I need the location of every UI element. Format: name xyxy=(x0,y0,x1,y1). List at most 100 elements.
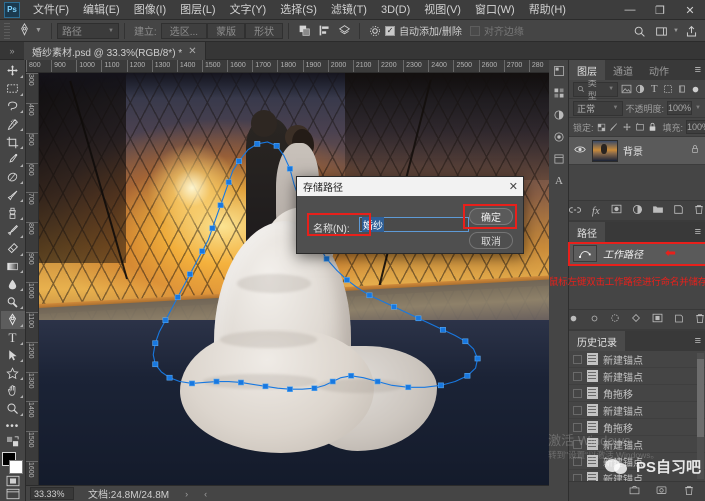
document-tab[interactable]: 婚纱素材.psd @ 33.3%(RGB/8*) * ✕ xyxy=(24,42,206,60)
character-panel-icon[interactable]: A xyxy=(549,170,569,192)
adjustments-panel-icon[interactable] xyxy=(549,104,569,126)
name-input[interactable]: 婚纱 xyxy=(359,217,469,232)
properties-panel-icon[interactable] xyxy=(549,148,569,170)
panel-menu-icon[interactable]: ≡ xyxy=(695,331,701,351)
menu-view[interactable]: 视图(V) xyxy=(417,0,468,20)
path-alignment-icon[interactable] xyxy=(314,22,334,40)
blend-mode-dropdown[interactable]: 正常 ▼ xyxy=(573,100,623,116)
layer-name[interactable]: 背景 xyxy=(623,143,686,158)
maximize-button[interactable]: ❐ xyxy=(645,0,675,20)
minimize-button[interactable]: — xyxy=(615,0,645,20)
history-item[interactable]: 新建锚点 xyxy=(569,436,705,453)
workspace-icon[interactable] xyxy=(651,22,671,40)
history-snapshot-checkbox[interactable] xyxy=(573,422,582,432)
history-scrollbar-thumb[interactable] xyxy=(697,359,704,437)
swap-colors-icon[interactable] xyxy=(1,435,25,449)
align-edges-checkbox[interactable]: ✓ xyxy=(469,25,480,36)
type-tool[interactable]: T xyxy=(1,329,25,347)
history-snapshot-checkbox[interactable] xyxy=(573,371,582,381)
make-mask-button[interactable]: 蒙版 xyxy=(207,22,246,39)
fill-value[interactable]: 100% xyxy=(686,120,705,134)
active-tool-preset[interactable]: ▼ xyxy=(14,22,46,39)
new-document-icon[interactable] xyxy=(655,485,668,498)
new-group-icon[interactable] xyxy=(652,204,664,217)
cancel-button[interactable]: 取消 xyxy=(469,232,513,249)
delete-path-icon[interactable] xyxy=(695,313,705,327)
tab-channels[interactable]: 通道 xyxy=(605,60,641,80)
share-icon[interactable] xyxy=(681,22,701,40)
quick-selection-tool[interactable] xyxy=(1,115,25,133)
filter-adjustment-icon[interactable] xyxy=(635,82,646,97)
spot-healing-brush-tool[interactable] xyxy=(1,169,25,187)
status-collapse-icon[interactable]: ‹ xyxy=(204,489,207,499)
delete-state-icon[interactable] xyxy=(682,485,695,499)
path-mode-dropdown[interactable]: 路径 ▼ xyxy=(56,22,119,39)
history-item[interactable]: 新建锚点 xyxy=(569,402,705,419)
filter-shape-icon[interactable] xyxy=(663,82,674,97)
rectangular-marquee-tool[interactable] xyxy=(1,80,25,98)
layer-style-icon[interactable]: fx xyxy=(590,205,602,217)
history-item[interactable]: 新建锚点 xyxy=(569,351,705,368)
new-snapshot-icon[interactable] xyxy=(628,485,641,498)
load-selection-icon[interactable] xyxy=(610,313,620,326)
history-snapshot-checkbox[interactable] xyxy=(573,388,582,398)
lock-image-icon[interactable] xyxy=(609,120,619,135)
menu-window[interactable]: 窗口(W) xyxy=(468,0,522,20)
custom-shape-tool[interactable] xyxy=(1,364,25,382)
blur-tool[interactable] xyxy=(1,275,25,293)
history-scrollbar[interactable] xyxy=(697,353,704,479)
layer-row-background[interactable]: 背景 xyxy=(569,137,705,165)
canvas-area[interactable] xyxy=(39,73,549,485)
history-item[interactable]: 角拖移 xyxy=(569,385,705,402)
history-snapshot-checkbox[interactable] xyxy=(573,473,582,481)
horizontal-ruler[interactable]: 800 900 1000 1100 1200 1300 1400 1500 1600 1700 18… xyxy=(26,60,549,73)
path-thumbnail[interactable] xyxy=(573,244,597,262)
layer-visibility-icon[interactable] xyxy=(573,145,587,157)
styles-panel-icon[interactable] xyxy=(549,126,569,148)
zoom-level-field[interactable]: 33.33% xyxy=(30,487,74,500)
clone-stamp-tool[interactable] xyxy=(1,204,25,222)
path-arrangement-icon[interactable] xyxy=(334,22,354,40)
menu-3d[interactable]: 3D(D) xyxy=(374,0,417,20)
color-swatches[interactable] xyxy=(1,451,25,474)
panel-menu-icon[interactable]: ≡ xyxy=(695,60,701,80)
lasso-tool[interactable] xyxy=(1,98,25,116)
history-item[interactable]: 新建锚点 xyxy=(569,368,705,385)
lock-transparent-icon[interactable] xyxy=(597,120,606,135)
history-list[interactable]: 新建锚点新建锚点角拖移新建锚点角拖移新建锚点新建锚点新建锚点新建锚点新建锚点 xyxy=(569,351,705,481)
menu-edit[interactable]: 编辑(E) xyxy=(76,0,127,20)
gear-icon[interactable] xyxy=(365,22,385,40)
panel-menu-icon[interactable]: ≡ xyxy=(695,222,701,242)
close-icon[interactable]: ✕ xyxy=(509,177,518,196)
history-item[interactable]: 角拖移 xyxy=(569,419,705,436)
opacity-chevron-icon[interactable]: ▼ xyxy=(695,105,701,111)
save-path-dialog[interactable]: 存储路径 ✕ 名称(N): 婚纱 确定 取消 xyxy=(296,176,524,254)
path-name[interactable]: 工作路径 xyxy=(603,246,643,261)
filter-smart-object-icon[interactable] xyxy=(676,82,687,97)
history-snapshot-checkbox[interactable] xyxy=(573,439,582,449)
menu-filter[interactable]: 滤镜(T) xyxy=(324,0,374,20)
new-path-icon[interactable] xyxy=(674,313,684,327)
history-snapshot-checkbox[interactable] xyxy=(573,405,582,415)
path-selection-tool[interactable] xyxy=(1,347,25,365)
filter-image-icon[interactable] xyxy=(621,82,632,97)
dodge-tool[interactable] xyxy=(1,293,25,311)
layer-thumbnail[interactable] xyxy=(592,139,618,162)
hand-tool[interactable] xyxy=(1,382,25,400)
history-snapshot-checkbox[interactable] xyxy=(573,456,582,466)
layer-filter-dropdown[interactable]: 类型 ▼ xyxy=(573,78,619,101)
history-snapshot-checkbox[interactable] xyxy=(573,354,582,364)
lock-position-icon[interactable] xyxy=(622,120,632,135)
brush-tool[interactable] xyxy=(1,186,25,204)
layer-lock-icon[interactable] xyxy=(691,144,701,157)
vertical-ruler[interactable]: 300 400 500 600 700 800 900 1000 1100 1200 1300 140… xyxy=(26,73,39,485)
workspace-chevron-icon[interactable]: ▼ xyxy=(673,28,679,34)
history-item[interactable]: 新建锚点 xyxy=(569,470,705,481)
path-row-work-path[interactable]: 工作路径 xyxy=(569,242,705,264)
add-mask-icon[interactable] xyxy=(652,313,663,326)
more-tools-icon[interactable]: ••• xyxy=(1,418,25,436)
move-tool[interactable] xyxy=(1,62,25,80)
background-color-swatch[interactable] xyxy=(8,459,23,474)
tab-actions[interactable]: 动作 xyxy=(641,60,677,80)
lock-artboard-icon[interactable] xyxy=(635,120,645,135)
